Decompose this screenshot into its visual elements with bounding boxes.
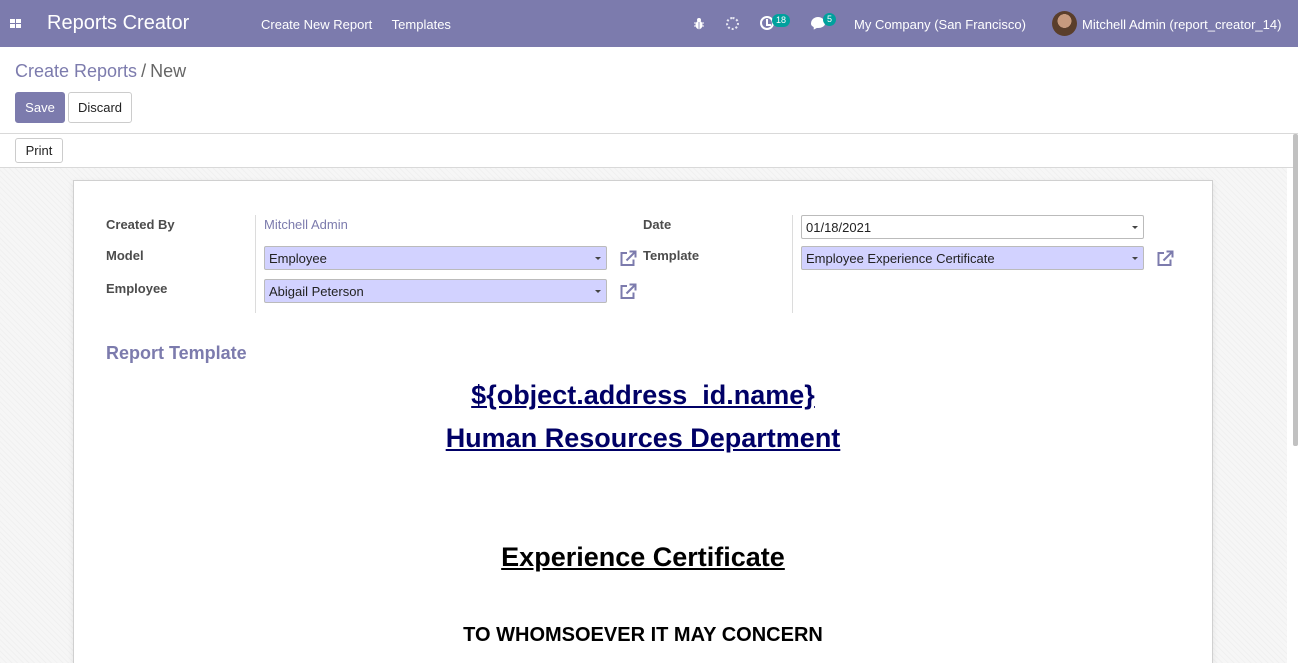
employee-label: Employee: [106, 281, 168, 296]
activity-count-badge: 18: [772, 14, 791, 27]
apps-menu-icon[interactable]: [10, 19, 21, 28]
breadcrumb-current: New: [150, 61, 187, 81]
breadcrumb-separator: /: [141, 61, 147, 81]
template-salutation[interactable]: TO WHOMSOEVER IT MAY CONCERN: [74, 624, 1212, 647]
app-title[interactable]: Reports Creator: [47, 12, 189, 35]
report-template-title: Report Template: [106, 343, 247, 363]
template-address-line[interactable]: ${object.address_id.name}: [74, 380, 1212, 411]
template-certificate-heading[interactable]: Experience Certificate: [74, 542, 1212, 573]
external-link-icon[interactable]: [619, 250, 637, 267]
external-link-icon[interactable]: [619, 283, 637, 300]
breadcrumb: Create Reports / New: [15, 61, 186, 82]
template-select[interactable]: Employee Experience Certificate: [801, 246, 1144, 270]
top-navbar: Reports Creator Create New Report Templa…: [0, 0, 1298, 47]
template-label: Template: [643, 248, 700, 263]
breadcrumb-parent-link[interactable]: Create Reports: [15, 61, 137, 81]
user-avatar[interactable]: [1052, 11, 1077, 36]
model-label: Model: [106, 248, 144, 263]
company-switcher[interactable]: My Company (San Francisco): [854, 17, 1026, 32]
template-department-line[interactable]: Human Resources Department: [74, 423, 1212, 454]
vertical-scrollbar[interactable]: [1293, 134, 1298, 446]
user-menu[interactable]: Mitchell Admin (report_creator_14): [1082, 17, 1281, 32]
external-link-icon[interactable]: [1156, 250, 1174, 267]
created-by-value[interactable]: Mitchell Admin: [264, 217, 348, 232]
created-by-label: Created By: [106, 217, 175, 232]
print-button[interactable]: Print: [15, 138, 63, 163]
menu-create-new-report[interactable]: Create New Report: [261, 17, 372, 32]
left-group-divider: [255, 215, 256, 313]
date-field[interactable]: 01/18/2021: [801, 215, 1144, 239]
message-count-badge: 5: [823, 13, 837, 26]
menu-templates[interactable]: Templates: [392, 17, 451, 32]
save-button[interactable]: Save: [15, 92, 65, 123]
employee-select[interactable]: Abigail Peterson: [264, 279, 607, 303]
discard-button[interactable]: Discard: [68, 92, 132, 123]
loading-spinner-icon: [726, 17, 739, 30]
debug-bug-icon[interactable]: [693, 17, 705, 30]
right-group-divider: [792, 215, 793, 313]
app-menu: Create New Report Templates: [261, 17, 467, 32]
control-panel-divider: [0, 133, 1298, 134]
model-select[interactable]: Employee: [264, 246, 607, 270]
date-label: Date: [643, 217, 672, 232]
